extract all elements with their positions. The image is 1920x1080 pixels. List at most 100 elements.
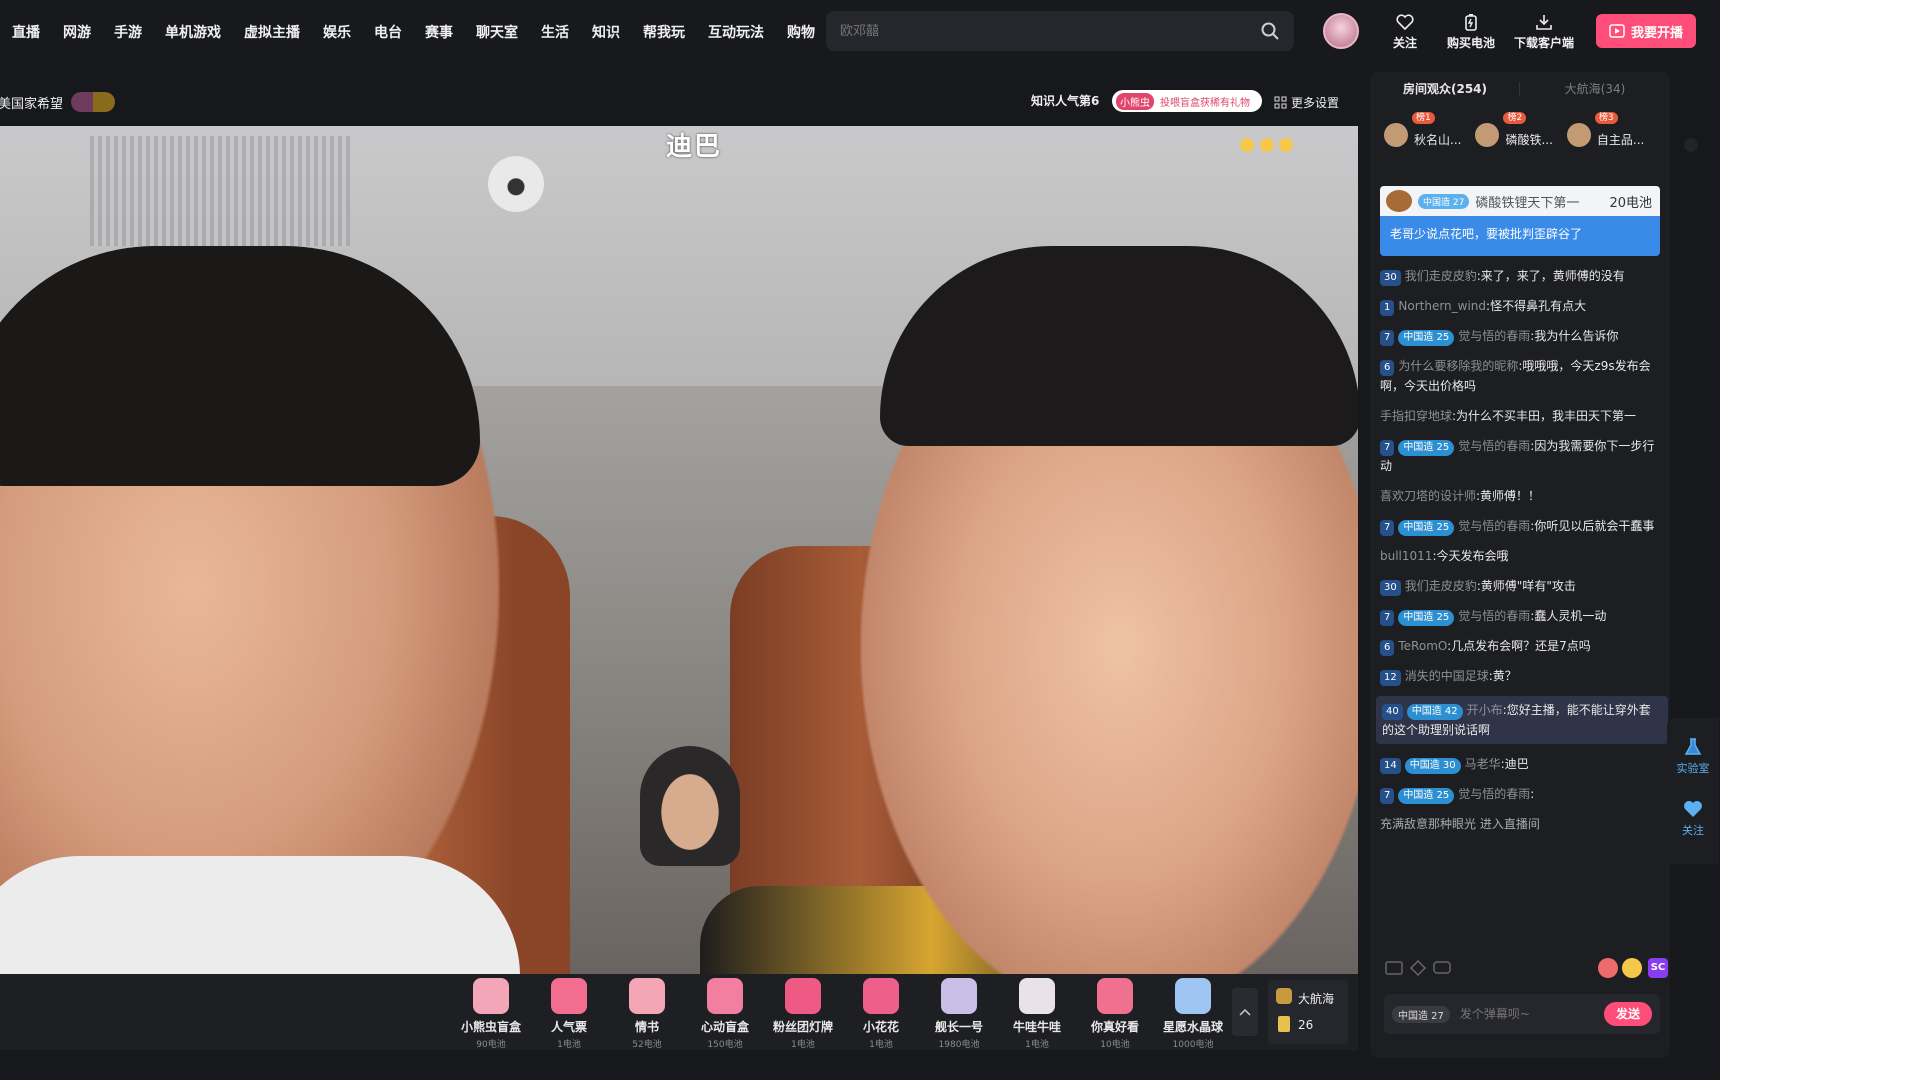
chat-message[interactable]: 1 Northern_wind:怪不得鼻孔有点大: [1380, 296, 1664, 316]
chat-input[interactable]: [1459, 1007, 1590, 1021]
nav-item[interactable]: 赛事: [425, 22, 453, 42]
popularity-rank[interactable]: 知识人气第6: [1031, 92, 1099, 109]
top-contributor[interactable]: 榜1 秋名山...: [1384, 112, 1461, 150]
gift-item[interactable]: 舰长一号 1980电池: [920, 978, 998, 1050]
chat-message[interactable]: 7 中国造 25 觉与悟的春雨:: [1380, 784, 1664, 804]
nav-item[interactable]: 购物: [787, 22, 815, 42]
chat-username[interactable]: 为什么要移除我的昵称: [1398, 359, 1518, 373]
nav-item[interactable]: 生活: [541, 22, 569, 42]
chat-username[interactable]: 觉与悟的春雨: [1458, 439, 1530, 453]
gift-item[interactable]: 你真好看 10电池: [1076, 978, 1154, 1050]
contributor-name[interactable]: 自主品...: [1597, 131, 1644, 148]
chat-username[interactable]: 觉与悟的春雨: [1458, 329, 1530, 343]
go-live-button[interactable]: 我要开播: [1596, 14, 1696, 48]
chat-username[interactable]: 觉与悟的春雨: [1458, 787, 1530, 801]
search-input[interactable]: [840, 23, 1240, 39]
lab-button[interactable]: 实验室: [1667, 736, 1719, 776]
top-contributor[interactable]: 榜3 自主品...: [1566, 112, 1644, 150]
gift-item[interactable]: 牛哇牛哇 1电池: [998, 978, 1076, 1050]
fleet-panel[interactable]: 大航海 26: [1268, 980, 1348, 1044]
gift-item[interactable]: 心动盲盒 150电池: [686, 978, 764, 1050]
chat-username[interactable]: 觉与悟的春雨: [1458, 609, 1530, 623]
thumbs-up-icon[interactable]: [1598, 958, 1618, 978]
chat-username[interactable]: 我们走皮皮豹: [1405, 269, 1477, 283]
chat-username[interactable]: TeRomO: [1398, 639, 1447, 653]
anchor-badges[interactable]: [71, 92, 116, 112]
top-contributor[interactable]: 榜2 磷酸铁...: [1475, 112, 1553, 150]
follow-action[interactable]: 关注: [1393, 12, 1417, 51]
chat-message[interactable]: 手指扣穿地球:为什么不买丰田，我丰田天下第一: [1380, 406, 1664, 426]
avatar[interactable]: [1566, 123, 1591, 147]
nav-item[interactable]: 虚拟主播: [244, 22, 300, 42]
chat-message[interactable]: 7 中国造 25 觉与悟的春雨:因为我需要你下一步行动: [1380, 436, 1664, 476]
chat-message[interactable]: 7 中国造 25 觉与悟的春雨:你听见以后就会干蠢事: [1380, 516, 1664, 536]
user-level-badge[interactable]: 14: [1380, 758, 1401, 774]
user-level-badge[interactable]: 7: [1380, 520, 1395, 536]
chat-username[interactable]: Northern_wind: [1398, 299, 1486, 313]
fan-medal-badge[interactable]: 中国造 25: [1398, 330, 1455, 346]
gift-item[interactable]: 人气票 1电池: [530, 978, 608, 1050]
input-fan-badge[interactable]: 中国造 27: [1392, 1005, 1450, 1023]
avatar[interactable]: [1475, 123, 1500, 147]
nav-item[interactable]: 帮我玩: [643, 22, 685, 42]
superchat-button[interactable]: SC: [1648, 958, 1668, 978]
nav-item[interactable]: 互动玩法: [708, 22, 764, 42]
chat-username[interactable]: 开小布: [1467, 703, 1503, 717]
contributor-name[interactable]: 秋名山...: [1414, 131, 1461, 148]
chat-username[interactable]: 喜欢刀塔的设计师: [1380, 489, 1476, 503]
nav-item[interactable]: 网游: [63, 22, 91, 42]
chat-message[interactable]: 6 为什么要移除我的昵称:哦哦哦，今天z9s发布会啊，今天出价格吗: [1380, 356, 1664, 396]
nav-item[interactable]: 知识: [592, 22, 620, 42]
chat-message[interactable]: 6 TeRomO:几点发布会啊？还是7点吗: [1380, 636, 1664, 656]
search-bar[interactable]: [826, 11, 1294, 51]
promo-banner[interactable]: 小熊虫 投喂盲盒获稀有礼物: [1112, 90, 1262, 112]
nav-item[interactable]: 电台: [374, 22, 402, 42]
more-settings-button[interactable]: 更多设置: [1274, 94, 1339, 111]
danmaku-settings-icon[interactable]: [1384, 958, 1404, 978]
user-level-badge[interactable]: 7: [1380, 330, 1395, 346]
nav-item[interactable]: 单机游戏: [165, 22, 221, 42]
send-button[interactable]: 发送: [1604, 1002, 1652, 1026]
user-level-badge[interactable]: 1: [1380, 300, 1395, 316]
chat-bubble-icon[interactable]: [1432, 958, 1452, 978]
user-level-badge[interactable]: 7: [1380, 610, 1395, 626]
user-level-badge[interactable]: 40: [1382, 704, 1403, 720]
nav-item[interactable]: 直播: [12, 22, 40, 42]
user-level-badge[interactable]: 30: [1380, 580, 1401, 596]
chat-username[interactable]: bull1011: [1380, 549, 1432, 563]
highlight-username[interactable]: 磷酸铁锂天下第一: [1475, 192, 1609, 211]
paid-highlight-message[interactable]: 中国造 27 磷酸铁锂天下第一 20电池 老哥少说点花吧，要被批判歪辟谷了: [1380, 186, 1660, 256]
expand-gifts-button[interactable]: [1232, 988, 1258, 1036]
chat-message[interactable]: 12 消失的中国足球:黄？: [1380, 666, 1664, 686]
user-level-badge[interactable]: 12: [1380, 670, 1401, 686]
gift-item[interactable]: 星愿水晶球 1000电池: [1154, 978, 1232, 1050]
fan-medal-badge[interactable]: 中国造 25: [1398, 440, 1455, 456]
fan-medal-badge[interactable]: 中国造 30: [1404, 758, 1461, 774]
chat-username[interactable]: 马老华: [1465, 757, 1501, 771]
user-level-badge[interactable]: 6: [1380, 360, 1395, 376]
chat-username[interactable]: 觉与悟的春雨: [1458, 519, 1530, 533]
nav-item[interactable]: 手游: [114, 22, 142, 42]
gift-icon[interactable]: [1408, 958, 1428, 978]
contributor-name[interactable]: 磷酸铁...: [1505, 131, 1552, 148]
search-icon[interactable]: [1260, 21, 1280, 41]
fan-medal-badge[interactable]: 中国造 25: [1398, 520, 1455, 536]
chat-username[interactable]: 手指扣穿地球: [1380, 409, 1452, 423]
video-player[interactable]: 迪巴: [0, 126, 1358, 974]
tab-room-audience[interactable]: 房间观众(254): [1370, 72, 1520, 106]
nav-item[interactable]: 聊天室: [476, 22, 518, 42]
follow-side-button[interactable]: 关注: [1667, 798, 1719, 838]
scroll-indicator[interactable]: [1684, 138, 1698, 152]
user-level-badge[interactable]: 6: [1380, 640, 1395, 656]
user-level-badge[interactable]: 7: [1380, 440, 1395, 456]
user-avatar[interactable]: [1323, 13, 1359, 49]
buy-battery-action[interactable]: 购买电池: [1447, 12, 1495, 51]
tab-fleet[interactable]: 大航海(34): [1520, 72, 1670, 106]
fan-badge[interactable]: 中国造 27: [1418, 193, 1470, 209]
gift-item[interactable]: 粉丝团灯牌 1电池: [764, 978, 842, 1050]
chat-message[interactable]: 7 中国造 25 觉与悟的春雨:蠢人灵机一动: [1380, 606, 1664, 626]
user-level-badge[interactable]: 30: [1380, 270, 1401, 286]
chat-message[interactable]: bull1011:今天发布会哦: [1380, 546, 1664, 566]
nav-item[interactable]: 娱乐: [323, 22, 351, 42]
avatar[interactable]: [1384, 123, 1408, 147]
